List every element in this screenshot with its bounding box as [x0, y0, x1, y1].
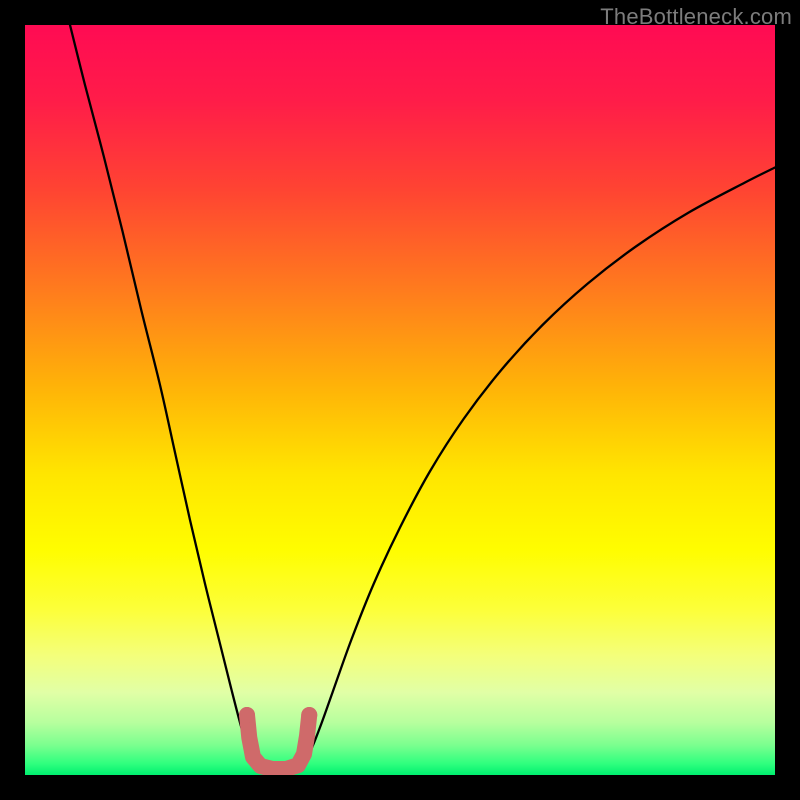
valley-marker-cap-right — [301, 707, 317, 723]
watermark-text: TheBottleneck.com — [600, 4, 792, 30]
frame: TheBottleneck.com — [0, 0, 800, 800]
valley-marker-cap-left — [239, 707, 255, 723]
plot-area — [25, 25, 775, 775]
valley-marker-layer — [25, 25, 775, 775]
valley-marker — [247, 715, 309, 769]
